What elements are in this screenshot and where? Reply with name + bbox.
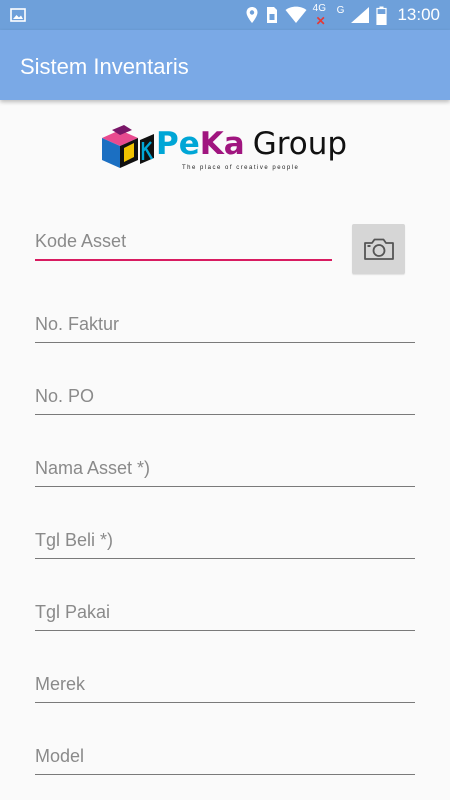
battery-icon	[376, 6, 388, 25]
app-bar: Sistem Inventaris	[0, 30, 450, 100]
nama-asset-input[interactable]: Nama Asset *)	[35, 447, 415, 487]
logo-cube-icon	[102, 125, 154, 168]
signal-4g-icon: 4G ✕	[312, 3, 327, 28]
logo-wordmark: PeKa Group	[156, 126, 348, 162]
no-po-placeholder: No. PO	[35, 386, 95, 406]
no-faktur-placeholder: No. Faktur	[35, 314, 120, 334]
kode-asset-input[interactable]: Kode Asset	[35, 221, 332, 261]
company-logo: PeKa Group The place of creative people	[98, 124, 358, 176]
clock: 13:00	[397, 5, 440, 24]
g-network-label: G	[336, 5, 345, 16]
status-bar: 4G ✕ G 13:00	[0, 0, 450, 30]
model-input[interactable]: Model	[35, 735, 415, 775]
merek-input[interactable]: Merek	[35, 663, 415, 703]
no-po-input[interactable]: No. PO	[35, 375, 415, 415]
tgl-beli-input[interactable]: Tgl Beli *)	[35, 519, 415, 559]
camera-icon	[363, 238, 394, 260]
signal-icon	[350, 6, 370, 24]
kode-asset-placeholder: Kode Asset	[35, 231, 127, 251]
logo-tagline: The place of creative people	[182, 165, 300, 171]
tgl-pakai-input[interactable]: Tgl Pakai	[35, 591, 415, 631]
image-icon	[10, 7, 26, 23]
model-placeholder: Model	[35, 746, 85, 766]
merek-placeholder: Merek	[35, 674, 86, 694]
no-faktur-input[interactable]: No. Faktur	[35, 303, 415, 343]
sim-card-icon	[265, 6, 279, 24]
wifi-icon	[285, 6, 307, 24]
scan-camera-button[interactable]	[352, 224, 405, 274]
nama-asset-placeholder: Nama Asset *)	[35, 458, 151, 478]
app-title: Sistem Inventaris	[20, 54, 189, 79]
tgl-pakai-placeholder: Tgl Pakai	[35, 602, 111, 622]
tgl-beli-placeholder: Tgl Beli *)	[35, 530, 114, 550]
location-icon	[245, 6, 259, 24]
